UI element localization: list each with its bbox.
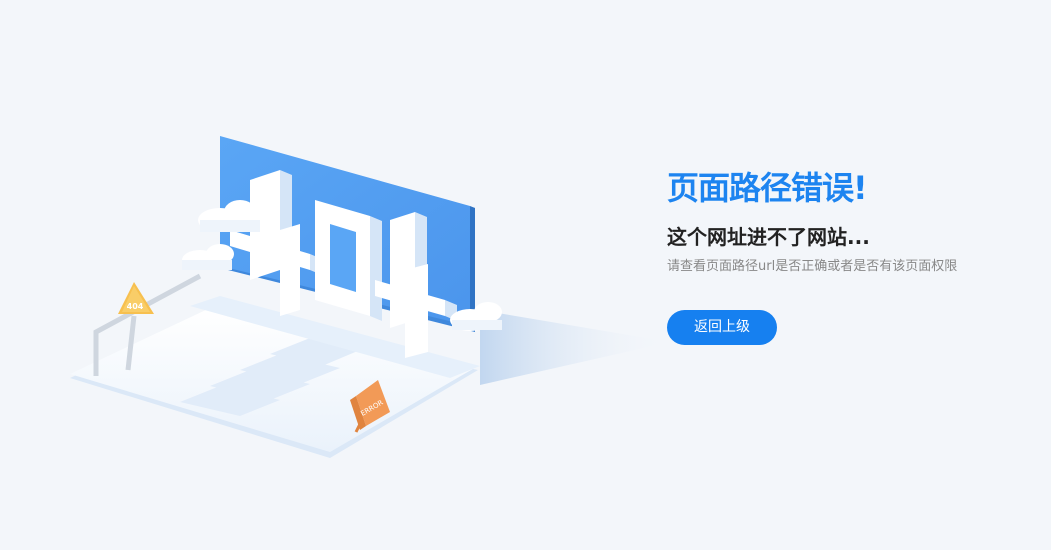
shadow-shape xyxy=(480,310,670,385)
back-button[interactable]: 返回上级 xyxy=(667,310,777,345)
cloud-icon xyxy=(198,200,260,232)
error-content: 页面路径错误! 这个网址进不了网站... 请查看页面路径url是否正确或者是否有… xyxy=(667,168,1037,345)
error-subtitle: 这个网址进不了网站... xyxy=(667,225,870,249)
error-description: 请查看页面路径url是否正确或者是否有该页面权限 xyxy=(667,259,958,274)
cloud-icon xyxy=(182,244,234,270)
error-404-illustration: 404 ERROR xyxy=(60,120,680,480)
warning-sign-label: 404 xyxy=(127,302,144,311)
error-title: 页面路径错误! xyxy=(667,169,868,207)
laptop-404-icon: 404 ERROR xyxy=(70,136,670,458)
